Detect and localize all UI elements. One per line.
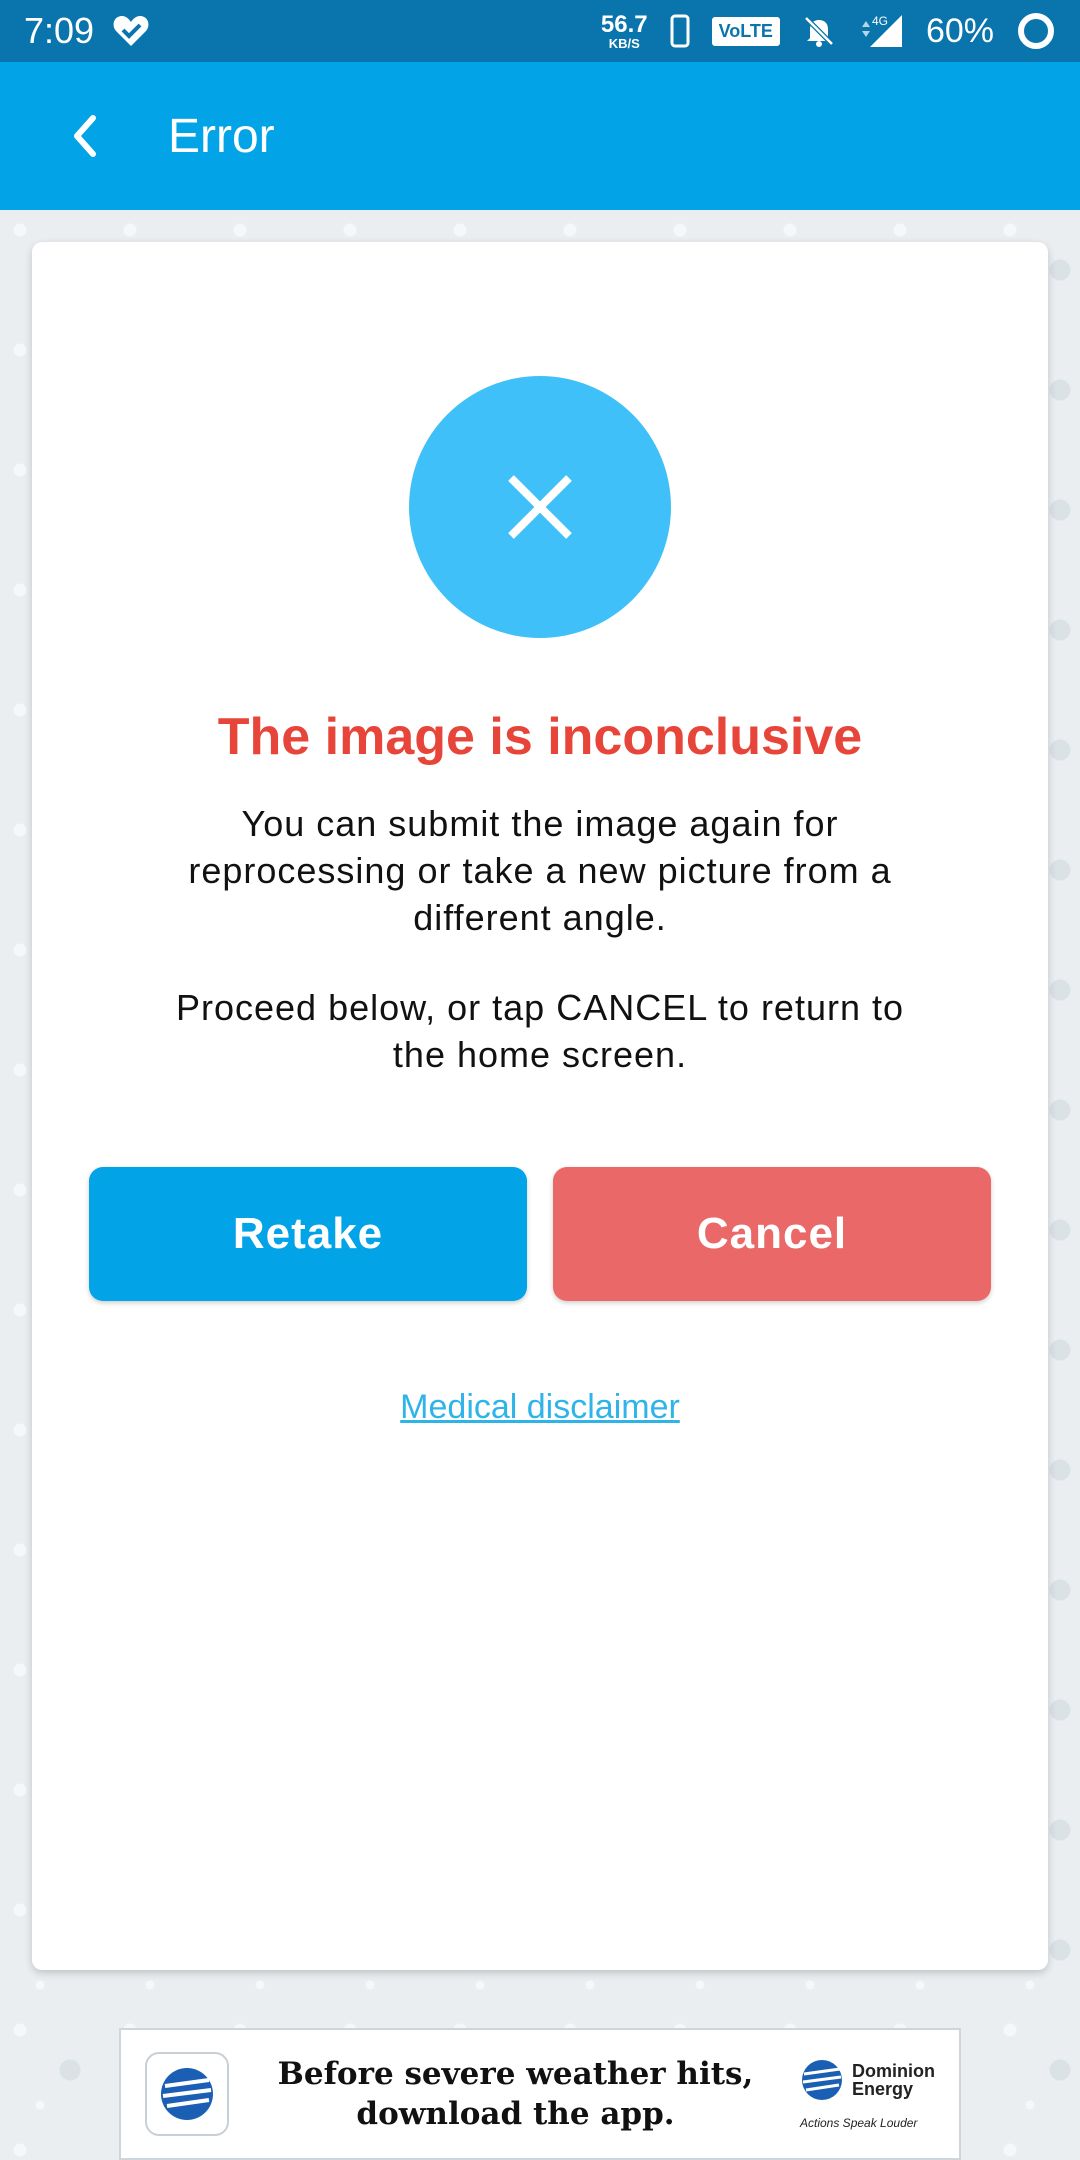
back-button[interactable]: [54, 106, 114, 166]
phone-icon: [670, 14, 690, 48]
error-headline: The image is inconclusive: [217, 708, 863, 766]
battery-ring-icon: [1016, 11, 1056, 51]
cancel-button[interactable]: Cancel: [553, 1167, 991, 1301]
retake-button[interactable]: Retake: [89, 1167, 527, 1301]
ad-brand: Dominion Energy Actions Speak Louder: [800, 2058, 935, 2130]
volte-badge: VoLTE: [711, 16, 780, 46]
app-bar: Error: [0, 62, 1080, 210]
brand-name-line1: Dominion: [852, 2061, 935, 2081]
heart-check-icon: [112, 14, 150, 48]
chevron-left-icon: [69, 114, 99, 158]
close-icon: [505, 472, 575, 542]
status-time: 7:09: [24, 10, 95, 51]
status-bar: 7:09 56.7 KB/S VoLTE 4G 60%: [0, 0, 1080, 62]
error-instruction: Proceed below, or tap CANCEL to return t…: [175, 987, 905, 1075]
signal-icon: 4G: [858, 13, 904, 49]
brand-tagline: Actions Speak Louder: [800, 2116, 918, 2130]
error-card: The image is inconclusive You can submit…: [32, 242, 1048, 1970]
error-badge: [409, 376, 671, 638]
ad-line2: download the app.: [356, 2096, 675, 2132]
bell-off-icon: [802, 14, 836, 48]
network-speed: 56.7 KB/S: [600, 10, 648, 51]
page-title: Error: [168, 109, 275, 163]
battery-percent: 60%: [925, 11, 994, 50]
dominion-logo-icon: [800, 2058, 844, 2102]
medical-disclaimer-link[interactable]: Medical disclaimer: [32, 1388, 1048, 1427]
error-description: You can submit the image again for repro…: [188, 803, 892, 938]
dominion-app-icon: [145, 2052, 229, 2136]
ad-line1: Before severe weather hits,: [277, 2056, 754, 2092]
ad-message: Before severe weather hits, download the…: [249, 2054, 782, 2134]
svg-text:4G: 4G: [872, 14, 888, 28]
ad-banner[interactable]: Before severe weather hits, download the…: [119, 2028, 961, 2160]
brand-name-line2: Energy: [852, 2079, 914, 2099]
